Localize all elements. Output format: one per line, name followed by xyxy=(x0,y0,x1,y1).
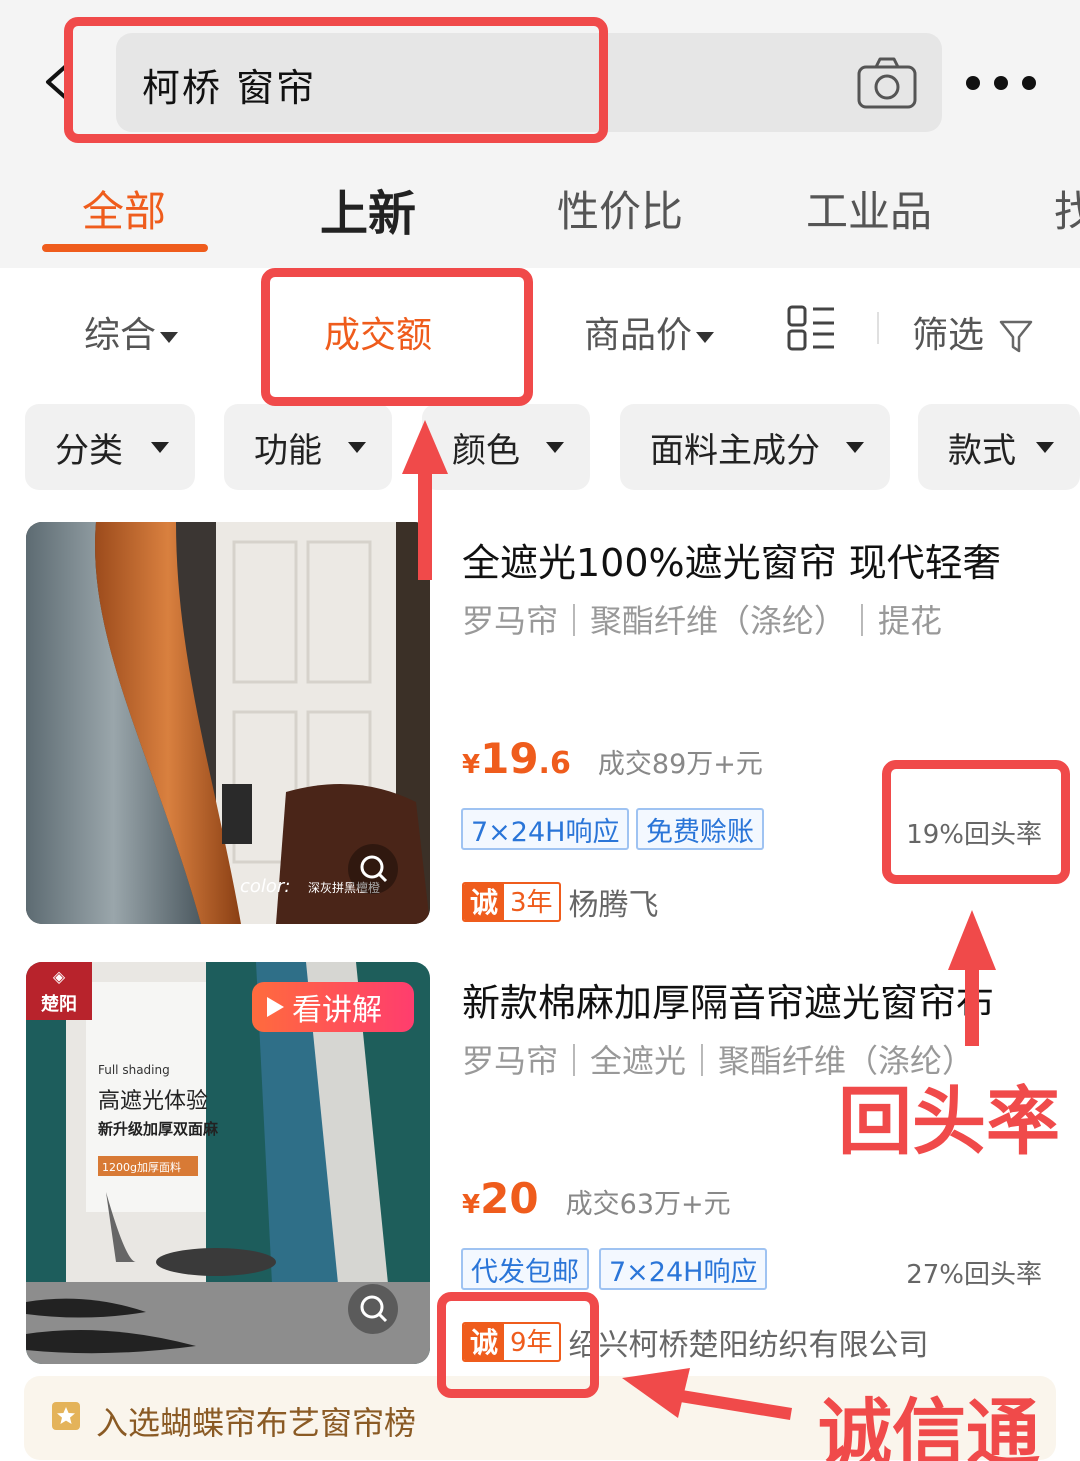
annotation-box-search xyxy=(64,17,608,143)
image-text-heading: 高遮光体验 xyxy=(98,1089,208,1114)
funnel-icon xyxy=(1000,320,1033,353)
sort-price-label: 商品价 xyxy=(584,315,693,356)
tab-find[interactable]: 找 xyxy=(1054,178,1080,239)
product-title[interactable]: 全遮光100%遮光窗帘 现代轻奢 xyxy=(462,532,1062,587)
seller-name[interactable]: 绍兴柯桥楚阳纺织有限公司 xyxy=(569,1320,929,1364)
chip-function[interactable]: 功能 xyxy=(224,404,392,490)
filter-button[interactable]: 筛选 xyxy=(912,306,1033,358)
chip-style[interactable]: 款式 xyxy=(918,404,1080,490)
ranking-text: 入选蝴蝶帘布艺窗帘榜 xyxy=(96,1404,417,1442)
service-badge: 代发包邮 xyxy=(461,1248,589,1290)
tab-new[interactable]: 上新 xyxy=(320,174,416,244)
annotation-box-cheng xyxy=(437,1292,599,1398)
service-badge: 免费赊账 xyxy=(636,808,764,850)
image-search-icon[interactable] xyxy=(348,1284,398,1334)
chip-label: 功能 xyxy=(254,430,322,471)
image-caption: color: xyxy=(240,876,290,897)
tab-active-indicator xyxy=(42,244,208,252)
chip-label: 分类 xyxy=(55,430,123,471)
image-text-en: Full shading xyxy=(98,1063,170,1077)
more-icon[interactable] xyxy=(966,76,1038,92)
chip-category[interactable]: 分类 xyxy=(25,404,195,490)
caret-down-icon xyxy=(151,442,169,453)
member-years: 3年 xyxy=(510,888,553,918)
repeat-rate: 27%回头率 xyxy=(906,1260,1042,1290)
caret-down-icon xyxy=(696,331,715,343)
category-tabs: 全部 上新 性价比 工业品 找 xyxy=(0,170,1080,252)
chip-label: 款式 xyxy=(948,430,1016,471)
annotation-label-repeat: 回头率 xyxy=(838,1079,1060,1165)
product-image[interactable]: color: 深灰拼黑檀橙 xyxy=(26,522,430,924)
caret-down-icon xyxy=(1036,442,1054,453)
tab-industrial[interactable]: 工业品 xyxy=(806,178,932,239)
sort-bar: 综合 成交额 商品价 筛选 xyxy=(0,268,1080,388)
image-search-icon[interactable] xyxy=(348,844,398,894)
price-row: ¥19.6 成交89万+元 xyxy=(462,734,763,783)
chip-label: 颜色 xyxy=(452,430,520,471)
tab-all[interactable]: 全部 xyxy=(82,178,166,239)
cheng-xin-tong: 诚 3年 杨腾飞 xyxy=(462,880,659,924)
divider xyxy=(877,312,879,344)
filter-chips: 分类 功能 颜色 面料主成分 款式 xyxy=(0,404,1080,490)
play-icon xyxy=(267,997,284,1017)
seller-name[interactable]: 杨腾飞 xyxy=(569,880,659,924)
image-text-sub: 新升级加厚双面麻 xyxy=(98,1120,219,1138)
caret-down-icon xyxy=(348,442,366,453)
price-decimal: .6 xyxy=(538,746,571,781)
chip-material[interactable]: 面料主成分 xyxy=(620,404,890,490)
star-badge-icon xyxy=(52,1402,80,1430)
sold-amount: 成交63万+元 xyxy=(565,1189,731,1220)
caret-down-icon xyxy=(546,442,564,453)
cheng-icon: 诚 xyxy=(464,884,504,920)
price-integer: 19 xyxy=(480,734,539,783)
chip-color[interactable]: 颜色 xyxy=(422,404,590,490)
sort-comprehensive[interactable]: 综合 xyxy=(84,306,179,358)
sold-amount: 成交89万+元 xyxy=(597,749,763,780)
currency-symbol: ¥ xyxy=(462,1190,481,1220)
list-view-icon[interactable] xyxy=(786,304,838,352)
watch-video-label: 看讲解 xyxy=(292,993,382,1028)
caret-down-icon xyxy=(846,442,864,453)
image-text-tag: 1200g加厚面料 xyxy=(102,1160,181,1174)
tab-value[interactable]: 性价比 xyxy=(557,178,683,239)
camera-icon[interactable] xyxy=(856,55,918,111)
service-badge: 7×24H响应 xyxy=(599,1248,768,1290)
price-row: ¥20 成交63万+元 xyxy=(462,1174,731,1223)
brand-logo: 楚阳 xyxy=(41,993,77,1015)
product-tags: 罗马帘｜聚酯纤维（涤纶）｜提花 xyxy=(462,602,943,640)
product-title[interactable]: 新款棉麻加厚隔音帘遮光窗帘布 xyxy=(462,972,1062,1027)
annotation-box-repeat xyxy=(882,760,1070,884)
service-badge: 7×24H响应 xyxy=(461,808,630,850)
caret-down-icon xyxy=(160,331,179,343)
annotation-box-turnover xyxy=(261,268,533,406)
watch-video-button[interactable]: 看讲解 xyxy=(252,982,414,1032)
product-image[interactable]: ◈ 楚阳 Full shading 高遮光体验 新升级加厚双面麻 1200g加厚… xyxy=(26,962,430,1364)
cheng-badge: 诚 3年 xyxy=(462,882,561,922)
price-integer: 20 xyxy=(480,1174,539,1223)
filter-label: 筛选 xyxy=(912,315,985,356)
currency-symbol: ¥ xyxy=(462,750,481,780)
sort-price[interactable]: 商品价 xyxy=(584,306,715,358)
sort-comprehensive-label: 综合 xyxy=(84,315,157,356)
chip-label: 面料主成分 xyxy=(650,430,820,471)
annotation-label-cheng: 诚信通 xyxy=(818,1391,1040,1461)
svg-text:◈: ◈ xyxy=(53,967,66,986)
